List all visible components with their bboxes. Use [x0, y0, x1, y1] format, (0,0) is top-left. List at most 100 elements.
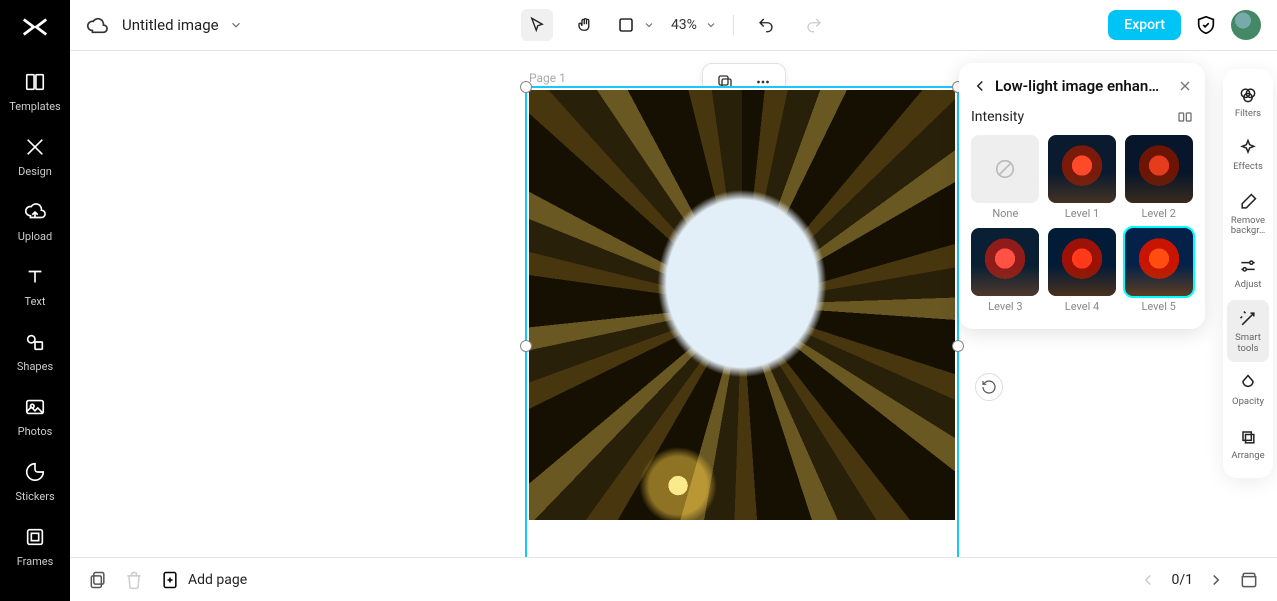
- canvas-image[interactable]: [529, 90, 955, 520]
- document-title: Untitled image: [122, 16, 219, 34]
- enhancement-panel: Low-light image enhan… Intensity None Le…: [959, 63, 1205, 329]
- compare-icon[interactable]: [1177, 109, 1193, 125]
- right-item-opacity[interactable]: Opacity: [1227, 364, 1269, 415]
- right-item-label: Adjust: [1225, 280, 1271, 290]
- adjust-icon: [1237, 255, 1259, 277]
- canvas-size-dropdown[interactable]: [617, 16, 655, 34]
- canvas-frame[interactable]: [525, 86, 959, 557]
- select-tool[interactable]: [521, 9, 553, 41]
- right-item-label: Smart tools: [1225, 333, 1271, 354]
- intensity-thumb: [1125, 228, 1193, 296]
- right-item-adjust[interactable]: Adjust: [1227, 247, 1269, 298]
- sidebar-item-label: Stickers: [15, 490, 54, 503]
- intensity-option-level-3[interactable]: Level 3: [971, 228, 1040, 313]
- sidebar-item-label: Templates: [9, 100, 60, 113]
- page-counter: 0/1: [1171, 572, 1193, 588]
- sidebar-item-shapes[interactable]: Shapes: [0, 320, 70, 385]
- intensity-option-label: Level 2: [1141, 207, 1175, 220]
- intensity-option-level-1[interactable]: Level 1: [1048, 135, 1117, 220]
- topbar: Untitled image 43% E: [70, 0, 1277, 51]
- design-icon: [23, 135, 47, 159]
- right-item-arrange[interactable]: Arrange: [1227, 418, 1269, 469]
- sidebar-item-label: Design: [18, 165, 52, 178]
- right-item-filters[interactable]: Filters: [1227, 76, 1269, 127]
- intensity-option-label: Level 3: [988, 300, 1022, 313]
- intensity-option-label: None: [992, 207, 1018, 220]
- frames-icon: [23, 525, 47, 549]
- sidebar-item-label: Photos: [18, 425, 53, 438]
- resize-handle-tl[interactable]: [520, 81, 532, 93]
- divider: [733, 15, 734, 35]
- chevron-down-icon: [229, 18, 243, 32]
- shield-icon[interactable]: [1195, 14, 1217, 36]
- intensity-thumb: [1048, 135, 1116, 203]
- close-icon[interactable]: [1177, 78, 1193, 94]
- resize-handle-ml[interactable]: [520, 340, 532, 352]
- zoom-value: 43%: [671, 17, 697, 33]
- arrange-icon: [1237, 426, 1259, 448]
- panel-title: Low-light image enhan…: [995, 77, 1171, 95]
- sidebar-item-label: Upload: [18, 230, 52, 243]
- right-item-label: Opacity: [1225, 397, 1271, 407]
- export-button[interactable]: Export: [1108, 10, 1181, 40]
- document-title-dropdown[interactable]: Untitled image: [122, 16, 243, 34]
- add-page-button[interactable]: Add page: [160, 570, 247, 590]
- add-page-label: Add page: [188, 572, 247, 588]
- sidebar-item-frames[interactable]: Frames: [0, 515, 70, 580]
- sidebar-item-text[interactable]: Text: [0, 255, 70, 320]
- intensity-option-none[interactable]: None: [971, 135, 1040, 220]
- rotate-button[interactable]: [975, 373, 1003, 401]
- sidebar-item-photos[interactable]: Photos: [0, 385, 70, 450]
- back-icon[interactable]: [971, 77, 989, 95]
- right-item-label: Remove backgr…: [1225, 216, 1271, 237]
- intensity-thumb: [1048, 228, 1116, 296]
- page-label: Page 1: [529, 71, 566, 85]
- redo-button[interactable]: [798, 9, 830, 41]
- intensity-option-level-2[interactable]: Level 2: [1124, 135, 1193, 220]
- app-logo[interactable]: [18, 10, 52, 44]
- chevron-down-icon: [643, 19, 655, 31]
- magic-wand-icon: [1237, 308, 1259, 330]
- intensity-option-label: Level 4: [1065, 300, 1099, 313]
- stickers-icon: [23, 460, 47, 484]
- intensity-label: Intensity: [971, 109, 1024, 125]
- intensity-thumb: [1125, 135, 1193, 203]
- intensity-option-level-5[interactable]: Level 5: [1124, 228, 1193, 313]
- hand-tool[interactable]: [569, 9, 601, 41]
- cloud-sync-icon[interactable]: [86, 14, 108, 36]
- sidebar-item-templates[interactable]: Templates: [0, 60, 70, 125]
- sidebar-item-upload[interactable]: Upload: [0, 190, 70, 255]
- sidebar-item-label: Text: [25, 295, 46, 308]
- user-avatar[interactable]: [1231, 10, 1261, 40]
- opacity-icon: [1237, 372, 1259, 394]
- zoom-dropdown[interactable]: 43%: [671, 17, 717, 33]
- left-sidebar: Templates Design Upload Text Shapes Phot…: [0, 0, 70, 601]
- photos-icon: [23, 395, 47, 419]
- slideshow-icon[interactable]: [1239, 570, 1259, 590]
- filters-icon: [1237, 84, 1259, 106]
- right-item-effects[interactable]: Effects: [1227, 129, 1269, 180]
- intensity-thumb: [971, 228, 1039, 296]
- intensity-option-label: Level 1: [1065, 207, 1099, 220]
- effects-icon: [1237, 137, 1259, 159]
- shapes-icon: [23, 330, 47, 354]
- upload-icon: [23, 200, 47, 224]
- right-item-smart-tools[interactable]: Smart tools: [1227, 300, 1269, 362]
- pages-icon[interactable]: [88, 570, 108, 590]
- sidebar-item-design[interactable]: Design: [0, 125, 70, 190]
- eraser-icon: [1237, 191, 1259, 213]
- right-item-label: Effects: [1225, 162, 1271, 172]
- intensity-thumb: [971, 135, 1039, 203]
- chevron-down-icon: [705, 19, 717, 31]
- trash-icon: [124, 570, 144, 590]
- resize-handle-mr[interactable]: [952, 340, 964, 352]
- next-page-icon[interactable]: [1207, 571, 1225, 589]
- sidebar-item-stickers[interactable]: Stickers: [0, 450, 70, 515]
- right-item-remove-bg[interactable]: Remove backgr…: [1227, 183, 1269, 245]
- sidebar-item-label: Shapes: [17, 360, 53, 373]
- templates-icon: [23, 70, 47, 94]
- right-item-label: Arrange: [1225, 451, 1271, 461]
- intensity-option-level-4[interactable]: Level 4: [1048, 228, 1117, 313]
- intensity-option-label: Level 5: [1141, 300, 1175, 313]
- undo-button[interactable]: [750, 9, 782, 41]
